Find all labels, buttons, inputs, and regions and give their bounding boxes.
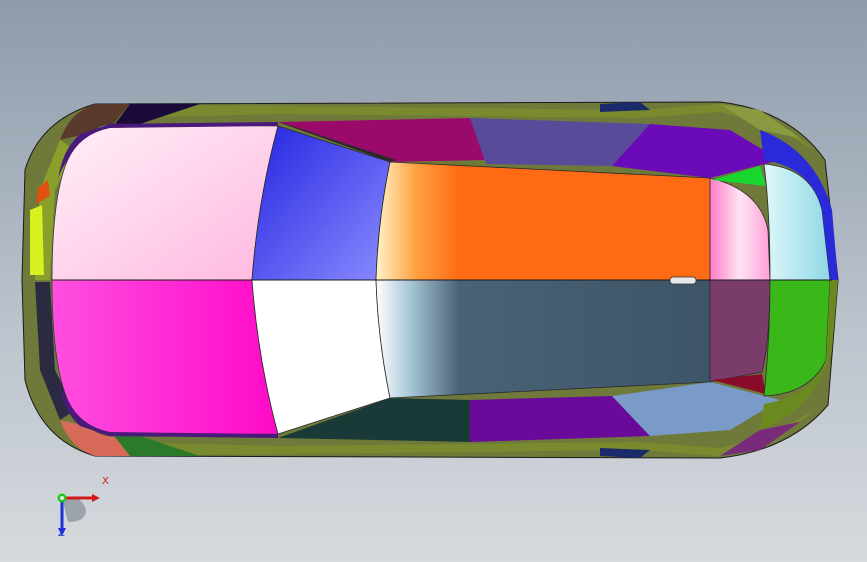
roof-top xyxy=(375,161,711,281)
car-body-model[interactable] xyxy=(0,0,867,562)
z-axis-label: Z xyxy=(58,528,65,539)
front-yellow-strip xyxy=(30,205,44,275)
hood-top-half xyxy=(51,123,279,281)
origin-dot xyxy=(60,496,64,500)
triad-graphic xyxy=(57,493,100,536)
rear-glass-bottom xyxy=(709,279,771,383)
coordinate-triad: X Z xyxy=(40,476,120,550)
x-axis-arrow xyxy=(92,494,100,502)
roof-bottom xyxy=(375,279,711,399)
x-axis-label: X xyxy=(102,476,109,487)
graphics-viewport[interactable]: X Z xyxy=(0,0,867,562)
triad-shadow xyxy=(62,497,86,522)
hood-bottom-half xyxy=(51,279,279,437)
roof-antenna xyxy=(669,276,697,285)
